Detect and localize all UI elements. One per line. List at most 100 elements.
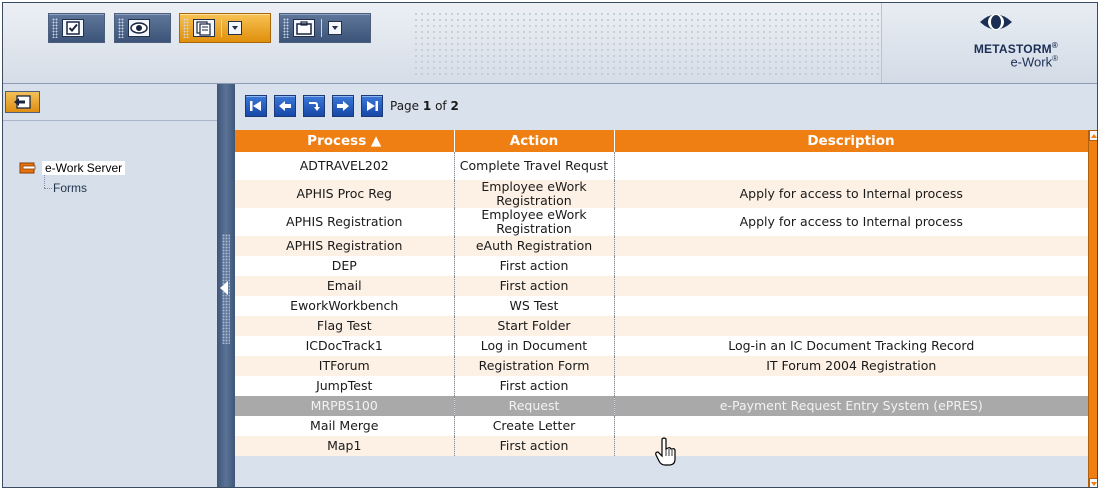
back-button[interactable] bbox=[5, 91, 40, 113]
cell-process: Email bbox=[235, 276, 455, 296]
hand-cursor-icon bbox=[655, 437, 676, 466]
table-row[interactable]: Mail Merge Create Letter bbox=[235, 416, 1088, 436]
cell-process: Map1 bbox=[235, 436, 455, 456]
table-row[interactable]: ITForum Registration Form IT Forum 2004 Re… bbox=[235, 356, 1088, 376]
content-pane: Page 1 of 2 Process ▲ Action Description… bbox=[235, 84, 1097, 487]
cell-description bbox=[614, 152, 1088, 180]
cell-process: DEP bbox=[235, 256, 455, 276]
cell-process: ADTRAVEL202 bbox=[235, 152, 455, 180]
cell-action: First action bbox=[454, 436, 615, 456]
table-row[interactable]: APHIS Registration Employee eWork Registr… bbox=[235, 208, 1088, 236]
last-page-icon bbox=[367, 101, 378, 111]
cell-description: Apply for access to Internal process bbox=[614, 208, 1088, 236]
cell-action: Create Letter bbox=[454, 416, 615, 436]
table-row[interactable]: APHIS Proc Reg Employee eWork Registratio… bbox=[235, 180, 1088, 208]
cell-process: EworkWorkbench bbox=[235, 296, 455, 316]
forms-list-icon bbox=[193, 19, 215, 37]
forms-button[interactable] bbox=[179, 13, 271, 43]
table-body: ADTRAVEL202 Complete Travel Requst APHIS P… bbox=[235, 152, 1088, 456]
vertical-scrollbar[interactable] bbox=[1088, 130, 1097, 487]
cell-action: Start Folder bbox=[454, 316, 615, 336]
table-row[interactable]: JumpTest First action bbox=[235, 376, 1088, 396]
cell-action: WS Test bbox=[454, 296, 615, 316]
turn-arrow-icon bbox=[309, 102, 320, 111]
divider bbox=[221, 19, 222, 37]
column-header-process[interactable]: Process ▲ bbox=[235, 130, 455, 152]
first-page-icon bbox=[250, 101, 261, 111]
top-toolbar: METASTORM® e-Work® bbox=[3, 3, 1097, 84]
divider bbox=[3, 120, 217, 121]
cell-action: First action bbox=[454, 276, 615, 296]
cell-description: Apply for access to Internal process bbox=[614, 180, 1088, 208]
cell-description: Log-in an IC Document Tracking Record bbox=[614, 336, 1088, 356]
last-page-button[interactable] bbox=[361, 95, 383, 117]
eye-logo-icon bbox=[980, 14, 1012, 30]
table-row[interactable]: DEP First action bbox=[235, 256, 1088, 276]
exit-arrow-icon bbox=[13, 95, 31, 109]
dropdown-arrow-icon[interactable] bbox=[228, 21, 242, 35]
cell-description bbox=[614, 436, 1088, 456]
cell-process: APHIS Proc Reg bbox=[235, 180, 455, 208]
cell-description bbox=[614, 236, 1088, 256]
navigation-pane: e-Work Server Forms bbox=[3, 84, 217, 487]
cell-description: IT Forum 2004 Registration bbox=[614, 356, 1088, 376]
cell-process: ICDocTrack1 bbox=[235, 336, 455, 356]
scroll-down-button[interactable] bbox=[1089, 478, 1097, 487]
cell-process: APHIS Registration bbox=[235, 208, 455, 236]
brand-logo: METASTORM® e-Work® bbox=[881, 3, 1097, 83]
grip-handle bbox=[283, 18, 289, 38]
table-row[interactable]: ICDocTrack1 Log in Document Log-in an IC D… bbox=[235, 336, 1088, 356]
table-row[interactable]: APHIS Registration eAuth Registration bbox=[235, 236, 1088, 256]
previous-page-button[interactable] bbox=[274, 95, 296, 117]
refresh-button[interactable] bbox=[303, 95, 325, 117]
column-header-action[interactable]: Action bbox=[454, 130, 615, 152]
cell-action: Request bbox=[454, 396, 615, 416]
cell-process: APHIS Registration bbox=[235, 236, 455, 256]
app-window: METASTORM® e-Work® e-Work Server Forms P… bbox=[2, 2, 1098, 488]
pane-splitter[interactable] bbox=[217, 84, 235, 487]
tree-node-forms[interactable]: Forms bbox=[53, 181, 87, 195]
server-folder-icon bbox=[19, 162, 36, 174]
process-table: Process ▲ Action Description ADTRAVEL202… bbox=[235, 130, 1089, 456]
cell-description bbox=[614, 316, 1088, 336]
decorative-pattern bbox=[413, 11, 881, 75]
collapse-arrow-icon[interactable] bbox=[220, 281, 228, 295]
tree-node-label: e-Work Server bbox=[42, 161, 126, 175]
cell-action: Employee eWork Registration bbox=[454, 180, 615, 208]
column-header-description[interactable]: Description bbox=[614, 130, 1089, 152]
table-header-row: Process ▲ Action Description bbox=[235, 130, 1089, 152]
cell-action: eAuth Registration bbox=[454, 236, 615, 256]
table-row[interactable]: Flag Test Start Folder bbox=[235, 316, 1088, 336]
checkbox-button[interactable] bbox=[48, 13, 105, 43]
arrow-left-icon bbox=[279, 101, 291, 111]
scroll-up-button[interactable] bbox=[1089, 130, 1097, 141]
grip-handle bbox=[52, 18, 58, 38]
table-row[interactable]: Email First action bbox=[235, 276, 1088, 296]
arrow-right-icon bbox=[337, 101, 349, 111]
cell-process: MRPBS100 bbox=[235, 396, 455, 416]
eye-icon bbox=[128, 19, 150, 37]
product-name: e-Work® bbox=[1010, 54, 1058, 70]
cell-description bbox=[614, 376, 1088, 396]
grip-handle bbox=[183, 18, 189, 38]
page-indicator: Page 1 of 2 bbox=[390, 99, 459, 113]
grip-handle bbox=[118, 18, 124, 38]
briefcase-button[interactable] bbox=[279, 13, 371, 43]
dropdown-arrow-icon[interactable] bbox=[328, 21, 342, 35]
cell-action: Employee eWork Registration bbox=[454, 208, 615, 236]
cell-action: Log in Document bbox=[454, 336, 615, 356]
cell-description bbox=[614, 416, 1088, 436]
cell-action: First action bbox=[454, 376, 615, 396]
table-row-selected[interactable]: MRPBS100 Request e-Payment Request Entry S… bbox=[235, 396, 1088, 416]
divider bbox=[321, 19, 322, 37]
tree-connector bbox=[44, 188, 52, 189]
first-page-button[interactable] bbox=[245, 95, 267, 117]
table-row[interactable]: ADTRAVEL202 Complete Travel Requst bbox=[235, 152, 1088, 180]
next-page-button[interactable] bbox=[332, 95, 354, 117]
cell-description: e-Payment Request Entry System (ePRES) bbox=[614, 396, 1088, 416]
view-button[interactable] bbox=[114, 13, 171, 43]
table-row[interactable]: EworkWorkbench WS Test bbox=[235, 296, 1088, 316]
tree-node-server[interactable]: e-Work Server bbox=[19, 159, 126, 177]
cell-action: First action bbox=[454, 256, 615, 276]
cell-process: ITForum bbox=[235, 356, 455, 376]
